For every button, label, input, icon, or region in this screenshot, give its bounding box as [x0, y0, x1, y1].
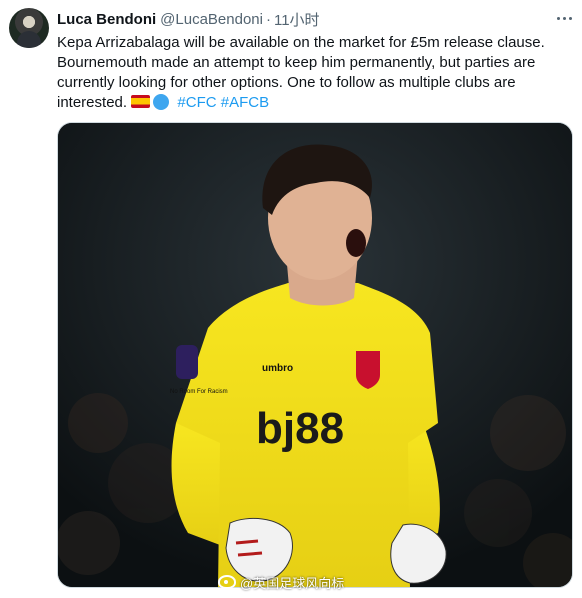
club-crest	[356, 351, 380, 389]
blue-circle-icon	[153, 94, 170, 110]
weibo-watermark: @英国足球风向标	[218, 572, 344, 592]
weibo-logo-icon	[218, 575, 236, 589]
tweet-text-line: interested.	[57, 94, 128, 111]
tweet-header: Luca Bendoni @LucaBendoni · 11小时	[57, 9, 320, 30]
kit-brand-text: umbro	[262, 363, 293, 374]
tweet-timestamp[interactable]: 11小时	[274, 9, 320, 30]
league-sleeve-badge	[176, 345, 198, 379]
hashtag-afcb[interactable]: #AFCB	[221, 94, 269, 111]
separator-dot: ·	[265, 10, 271, 28]
more-options-icon[interactable]	[552, 8, 576, 28]
sleeve-patch-text: No Room For Racism	[170, 389, 228, 395]
open-mouth	[346, 229, 366, 257]
tweet-photo[interactable]: umbro bj88 No Room For Racism	[57, 122, 573, 588]
spain-flag-icon	[131, 95, 151, 108]
tweet-text-line: currently looking for other options. One…	[57, 74, 516, 91]
hashtag-cfc[interactable]: #CFC	[177, 94, 216, 111]
tweet-text-line: Kepa Arrizabalaga will be available on t…	[57, 34, 545, 51]
tweet-text-line: Bournemouth made an attempt to keep him …	[57, 54, 536, 71]
tweet-text: Kepa Arrizabalaga will be available on t…	[57, 33, 572, 113]
author-avatar[interactable]	[9, 8, 49, 48]
avatar-figure	[17, 31, 41, 48]
author-name[interactable]: Luca Bendoni	[57, 11, 156, 28]
author-handle[interactable]: @LucaBendoni	[160, 11, 263, 28]
sponsor-text: bj88	[256, 404, 344, 453]
tweet-text-last-line: interested. #CFC #AFCB	[57, 93, 572, 113]
goalkeeper-photo: umbro bj88 No Room For Racism	[58, 123, 572, 587]
watermark-text: @英国足球风向标	[240, 575, 345, 591]
